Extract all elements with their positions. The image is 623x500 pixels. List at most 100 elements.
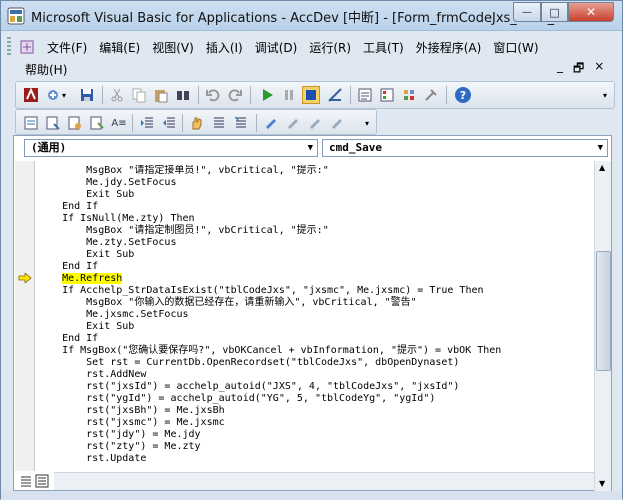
minimize-button[interactable]: — — [513, 2, 541, 22]
list-constants-icon — [46, 116, 60, 130]
code-line[interactable]: Set rst = CurrentDb.OpenRecordset("tblCo… — [38, 357, 593, 369]
insert-dropdown[interactable]: ▾ — [60, 86, 68, 104]
list-properties-button[interactable] — [22, 114, 40, 132]
redo-button[interactable] — [226, 86, 244, 104]
code-line[interactable]: rst("zty") = Me.zty — [38, 441, 593, 453]
execution-pointer-icon[interactable] — [18, 273, 32, 283]
properties-button[interactable] — [378, 86, 396, 104]
reset-button[interactable] — [302, 86, 320, 104]
procedure-combo[interactable]: cmd_Save ▼ — [322, 139, 608, 157]
uncomment-block-button[interactable] — [232, 114, 250, 132]
code-line[interactable]: If MsgBox("您确认要保存吗?", vbOKCancel + vbInf… — [38, 345, 593, 357]
menu-window[interactable]: 窗口(W) — [487, 39, 544, 56]
code-line[interactable]: Me.Refresh — [38, 273, 593, 285]
code-line[interactable]: Exit Sub — [38, 249, 593, 261]
scroll-down-icon[interactable]: ▼ — [599, 479, 605, 488]
complete-word-icon: A≡ — [111, 117, 127, 129]
chevron-down-icon[interactable]: ▼ — [598, 140, 603, 156]
code-line[interactable]: If Acchelp_StrDataIsExist("tblCodeJxs", … — [38, 285, 593, 297]
menu-run[interactable]: 运行(R) — [303, 39, 357, 56]
menu-debug[interactable]: 调试(D) — [249, 39, 304, 56]
undo-button[interactable] — [204, 86, 222, 104]
menu-edit[interactable]: 编辑(E) — [93, 39, 146, 56]
view-access-button[interactable] — [22, 86, 40, 104]
code-line[interactable]: Me.jdy.SetFocus — [38, 177, 593, 189]
code-line[interactable]: rst("jxsmc") = Me.jxsmc — [38, 417, 593, 429]
break-button[interactable] — [280, 86, 298, 104]
code-line[interactable]: rst("jxsBh") = Me.jxsBh — [38, 405, 593, 417]
design-mode-button[interactable] — [326, 86, 344, 104]
indicator-margin[interactable] — [15, 161, 35, 471]
list-constants-button[interactable] — [44, 114, 62, 132]
code-line[interactable]: rst("jdy") = Me.jdy — [38, 429, 593, 441]
menu-addins[interactable]: 外接程序(A) — [410, 39, 488, 56]
cut-button[interactable] — [108, 86, 126, 104]
code-line[interactable]: MsgBox "你输入的数据已经存在，请重新输入", vbCritical, "… — [38, 297, 593, 309]
toggle-breakpoint-button[interactable] — [188, 114, 206, 132]
vba-editor-window: Microsoft Visual Basic for Applications … — [0, 0, 623, 500]
parameter-info-button[interactable] — [88, 114, 106, 132]
scroll-thumb[interactable] — [596, 251, 611, 371]
code-line[interactable]: Me.jxsmc.SetFocus — [38, 309, 593, 321]
object-combo[interactable]: (通用) ▼ — [24, 139, 318, 157]
run-button[interactable] — [258, 86, 276, 104]
mdi-minimize-button[interactable]: _ — [557, 59, 563, 80]
pause-icon — [285, 90, 293, 100]
edit-toolbar-dropdown[interactable]: ▾ — [362, 114, 372, 132]
code-line[interactable]: MsgBox "请指定制图员!", vbCritical, "提示:" — [38, 225, 593, 237]
paste-button[interactable] — [152, 86, 170, 104]
code-line[interactable]: End If — [38, 261, 593, 273]
code-line[interactable]: MsgBox "请指定接单员!", vbCritical, "提示:" — [38, 165, 593, 177]
edit-toolbar: A≡ ▾ — [15, 109, 377, 135]
menu-insert[interactable]: 插入(I) — [200, 39, 249, 56]
scroll-up-icon[interactable]: ▲ — [599, 163, 605, 172]
menu-tools[interactable]: 工具(T) — [357, 39, 410, 56]
code-line[interactable]: Exit Sub — [38, 321, 593, 333]
project-explorer-button[interactable] — [356, 86, 374, 104]
menu-view[interactable]: 视图(V) — [146, 39, 200, 56]
vba-menu-icon[interactable] — [19, 39, 35, 55]
quick-info-button[interactable] — [66, 114, 84, 132]
toggle-bookmark-button[interactable] — [262, 114, 280, 132]
chevron-down-icon[interactable]: ▼ — [308, 140, 313, 156]
menu-file[interactable]: 文件(F) — [41, 39, 93, 56]
code-editor[interactable]: MsgBox "请指定接单员!", vbCritical, "提示:" Me.j… — [38, 165, 593, 471]
code-line[interactable]: If IsNull(Me.zty) Then — [38, 213, 593, 225]
code-line[interactable]: Exit Sub — [38, 189, 593, 201]
toolbox-button[interactable] — [422, 86, 440, 104]
menu-help[interactable]: 帮助(H) — [19, 61, 73, 78]
code-line[interactable]: Me.zty.SetFocus — [38, 237, 593, 249]
find-button[interactable] — [174, 86, 192, 104]
full-module-view-icon[interactable] — [35, 474, 49, 488]
menu-grip[interactable] — [7, 37, 11, 55]
save-button[interactable] — [78, 86, 96, 104]
help-button[interactable]: ? — [454, 86, 472, 104]
code-line[interactable]: End If — [38, 333, 593, 345]
horizontal-scrollbar[interactable] — [54, 472, 594, 490]
mdi-close-button[interactable]: × — [594, 59, 604, 80]
comment-block-button[interactable] — [210, 114, 228, 132]
procedure-view-icon[interactable] — [19, 474, 33, 488]
complete-word-button[interactable]: A≡ — [110, 114, 128, 132]
toolbar-options-dropdown[interactable]: ▾ — [600, 86, 610, 104]
copy-button[interactable] — [130, 86, 148, 104]
code-line[interactable]: rst("jxsId") = acchelp_autoid("JXS", 4, … — [38, 381, 593, 393]
vertical-scrollbar[interactable]: ▲ ▼ — [594, 161, 611, 491]
outdent-button[interactable] — [160, 114, 178, 132]
run-icon — [263, 89, 273, 101]
mdi-restore-button[interactable]: 🗗 — [573, 59, 584, 80]
close-button[interactable]: ✕ — [568, 2, 614, 22]
help-icon: ? — [455, 87, 471, 103]
maximize-button[interactable]: □ — [541, 2, 568, 22]
code-line[interactable]: rst.AddNew — [38, 369, 593, 381]
code-line[interactable]: End If — [38, 201, 593, 213]
toolbar-separator — [250, 86, 251, 104]
next-bookmark-button[interactable] — [284, 114, 302, 132]
title-bar: Microsoft Visual Basic for Applications … — [1, 1, 622, 31]
indent-button[interactable] — [138, 114, 156, 132]
code-line[interactable]: rst.Update — [38, 453, 593, 465]
code-line[interactable]: rst("ygId") = acchelp_autoid("YG", 5, "t… — [38, 393, 593, 405]
clear-bookmarks-button[interactable] — [328, 114, 346, 132]
previous-bookmark-button[interactable] — [306, 114, 324, 132]
object-browser-button[interactable] — [400, 86, 418, 104]
